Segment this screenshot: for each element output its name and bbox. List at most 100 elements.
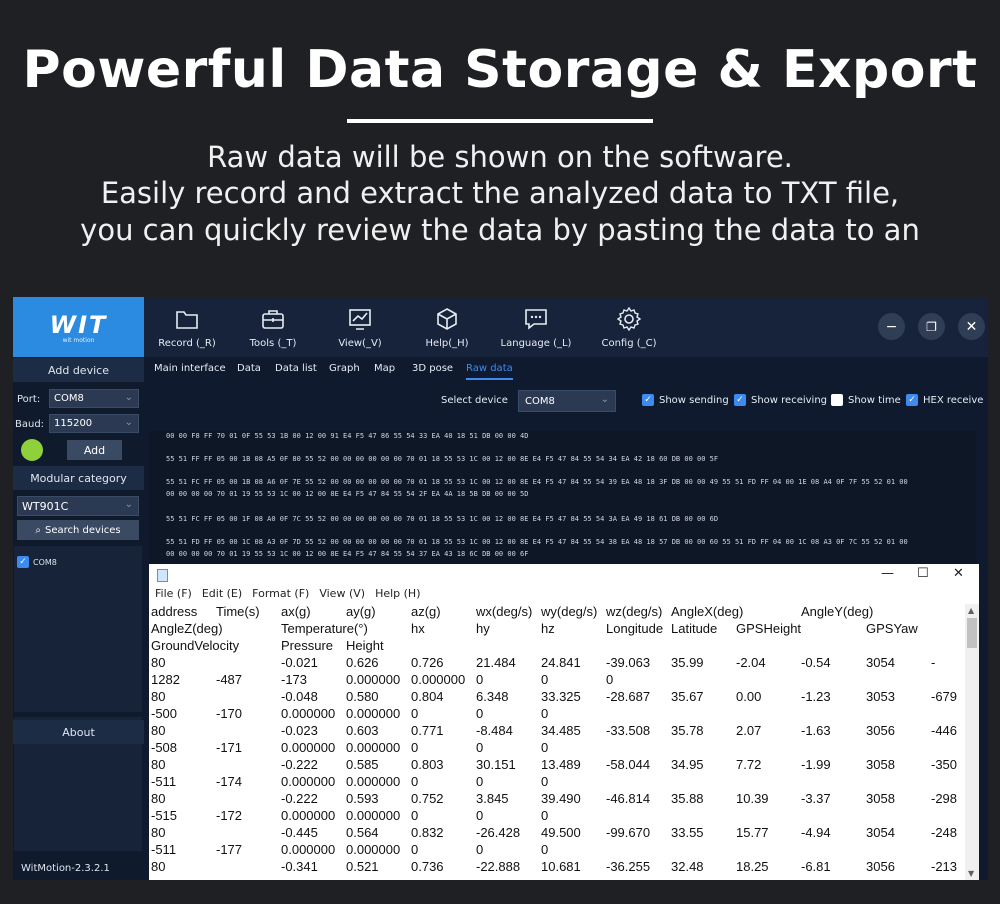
menu-format[interactable]: Format (F) [252, 587, 309, 600]
notepad-text-area[interactable]: address Time(s) ax(g) ay(g) az(g) wx(deg/s) wy… [151, 604, 965, 880]
text-cell: 0.000000 [281, 842, 336, 857]
text-cell: wy(deg/s) [541, 604, 598, 619]
text-cell: -177 [216, 842, 243, 857]
text-cell: -0.021 [281, 655, 318, 670]
tab-main-interface[interactable]: Main interface [154, 363, 226, 374]
text-cell: 0 [606, 672, 614, 687]
view-menu[interactable]: View(_V) [325, 297, 395, 357]
about-button[interactable]: About [13, 720, 144, 744]
folder-icon [176, 310, 198, 329]
text-cell: 6.348 [476, 689, 509, 704]
text-cell: AngleZ(deg) [151, 621, 223, 636]
show-time-toggle[interactable]: Show time [831, 394, 901, 406]
tab-raw-data[interactable]: Raw data [466, 363, 513, 380]
text-cell: Longitude [606, 621, 664, 636]
text-cell: -500 [151, 706, 178, 721]
connection-status-indicator [21, 439, 43, 461]
gear-icon [616, 306, 642, 331]
text-cell: 10.681 [541, 859, 581, 874]
notepad-minimize-button[interactable]: — [881, 566, 894, 581]
text-cell: -0.222 [281, 757, 318, 772]
text-cell: AngleY(deg) [801, 604, 874, 619]
text-cell: -39.063 [606, 655, 651, 670]
help-menu[interactable]: Help(_H) [412, 297, 482, 357]
text-cell: -171 [216, 740, 243, 755]
port-select[interactable]: COM8 ⌄ [49, 389, 139, 408]
text-cell: 0.626 [346, 655, 379, 670]
text-cell: 0.000000 [346, 706, 401, 721]
tab-data-list[interactable]: Data list [275, 363, 317, 374]
text-cell: -46.814 [606, 791, 651, 806]
close-button[interactable]: ✕ [958, 313, 985, 340]
config-menu[interactable]: Config (_C) [594, 297, 664, 357]
text-cell: 13.489 [541, 757, 581, 772]
scroll-up-icon[interactable]: ▲ [968, 606, 974, 615]
show-sending-toggle[interactable]: ✓ Show sending [642, 394, 729, 406]
tools-menu[interactable]: Tools (_T) [238, 297, 308, 357]
text-cell: ax(g) [281, 604, 311, 619]
text-cell: 0 [541, 808, 549, 823]
notepad-scrollbar[interactable]: ▲ ▼ [965, 604, 979, 880]
notepad-close-button[interactable]: ✕ [953, 566, 964, 581]
search-devices-button[interactable]: ⌕ Search devices [17, 520, 139, 540]
select-device-dropdown[interactable]: COM8 ⌄ [518, 390, 616, 412]
tab-bar: Main interface Data Data list Graph Map … [144, 357, 988, 381]
baud-select[interactable]: 115200 ⌄ [49, 414, 139, 433]
checkbox-checked-icon[interactable]: ✓ [906, 394, 918, 406]
text-cell: 0.832 [411, 825, 444, 840]
text-cell: -515 [151, 808, 178, 823]
menu-view[interactable]: View (V) [319, 587, 365, 600]
menu-help[interactable]: Help (H) [375, 587, 420, 600]
text-cell: 0.752 [411, 791, 444, 806]
tab-data[interactable]: Data [237, 363, 261, 374]
toolbar: Record (_R) Tools (_T) View(_V) Help(_H)… [144, 297, 988, 357]
text-cell: -0.222 [281, 791, 318, 806]
module-select[interactable]: WT901C ⌄ [17, 496, 139, 516]
minimize-button[interactable]: − [878, 313, 905, 340]
checkbox-unchecked-icon[interactable] [831, 394, 843, 406]
text-cell: 3.845 [476, 791, 509, 806]
text-line: GroundVelocity Pressure Height [151, 638, 965, 655]
language-menu[interactable]: Language (_L) [496, 297, 576, 357]
record-menu[interactable]: Record (_R) [152, 297, 222, 357]
text-cell: 0.771 [411, 723, 444, 738]
tab-graph[interactable]: Graph [329, 363, 360, 374]
text-cell: -298 [931, 791, 958, 806]
text-cell: az(g) [411, 604, 441, 619]
hero-line-2: Easily record and extract the analyzed d… [100, 176, 900, 210]
toolbox-icon [262, 309, 284, 329]
tab-map[interactable]: Map [374, 363, 395, 374]
show-receiving-toggle[interactable]: ✓ Show receiving [734, 394, 827, 406]
text-cell: -1.23 [801, 689, 831, 704]
text-cell: 0.585 [346, 757, 379, 772]
text-cell: -679 [931, 689, 958, 704]
notepad-maximize-button[interactable]: ☐ [917, 566, 929, 581]
text-cell: 0 [476, 672, 484, 687]
checkbox-checked-icon[interactable]: ✓ [642, 394, 654, 406]
raw-data-panel[interactable]: 00 00 F8 FF 70 01 0F 55 53 1B 00 12 00 9… [149, 431, 976, 571]
text-cell: 33.325 [541, 689, 581, 704]
text-cell: 0 [541, 740, 549, 755]
text-cell: -350 [931, 757, 958, 772]
text-line: 80 -0.222 0.593 0.752 3.845 39.490 -46.814 35.8… [151, 791, 965, 808]
restore-button[interactable]: ❐ [918, 313, 945, 340]
menu-file[interactable]: File (F) [155, 587, 192, 600]
witmotion-logo: WIT wit motion [13, 297, 144, 357]
text-cell: 24.841 [541, 655, 581, 670]
scroll-thumb[interactable] [967, 618, 977, 648]
checkbox-checked-icon[interactable]: ✓ [734, 394, 746, 406]
text-cell: hx [411, 621, 425, 636]
text-cell: -487 [216, 672, 243, 687]
tab-3d-pose[interactable]: 3D pose [412, 363, 453, 374]
text-cell: 0.580 [346, 689, 379, 704]
text-cell: 0.593 [346, 791, 379, 806]
scroll-down-icon[interactable]: ▼ [968, 869, 974, 878]
help-label: Help(_H) [425, 337, 469, 349]
module-value: WT901C [22, 499, 69, 513]
device-item-com8[interactable]: ✓ COM8 [17, 556, 57, 568]
checkbox-checked-icon[interactable]: ✓ [17, 556, 29, 568]
text-cell: 3054 [866, 825, 895, 840]
hex-receive-toggle[interactable]: ✓ HEX receive [906, 394, 983, 406]
menu-edit[interactable]: Edit (E) [202, 587, 242, 600]
add-button[interactable]: Add [67, 440, 122, 460]
